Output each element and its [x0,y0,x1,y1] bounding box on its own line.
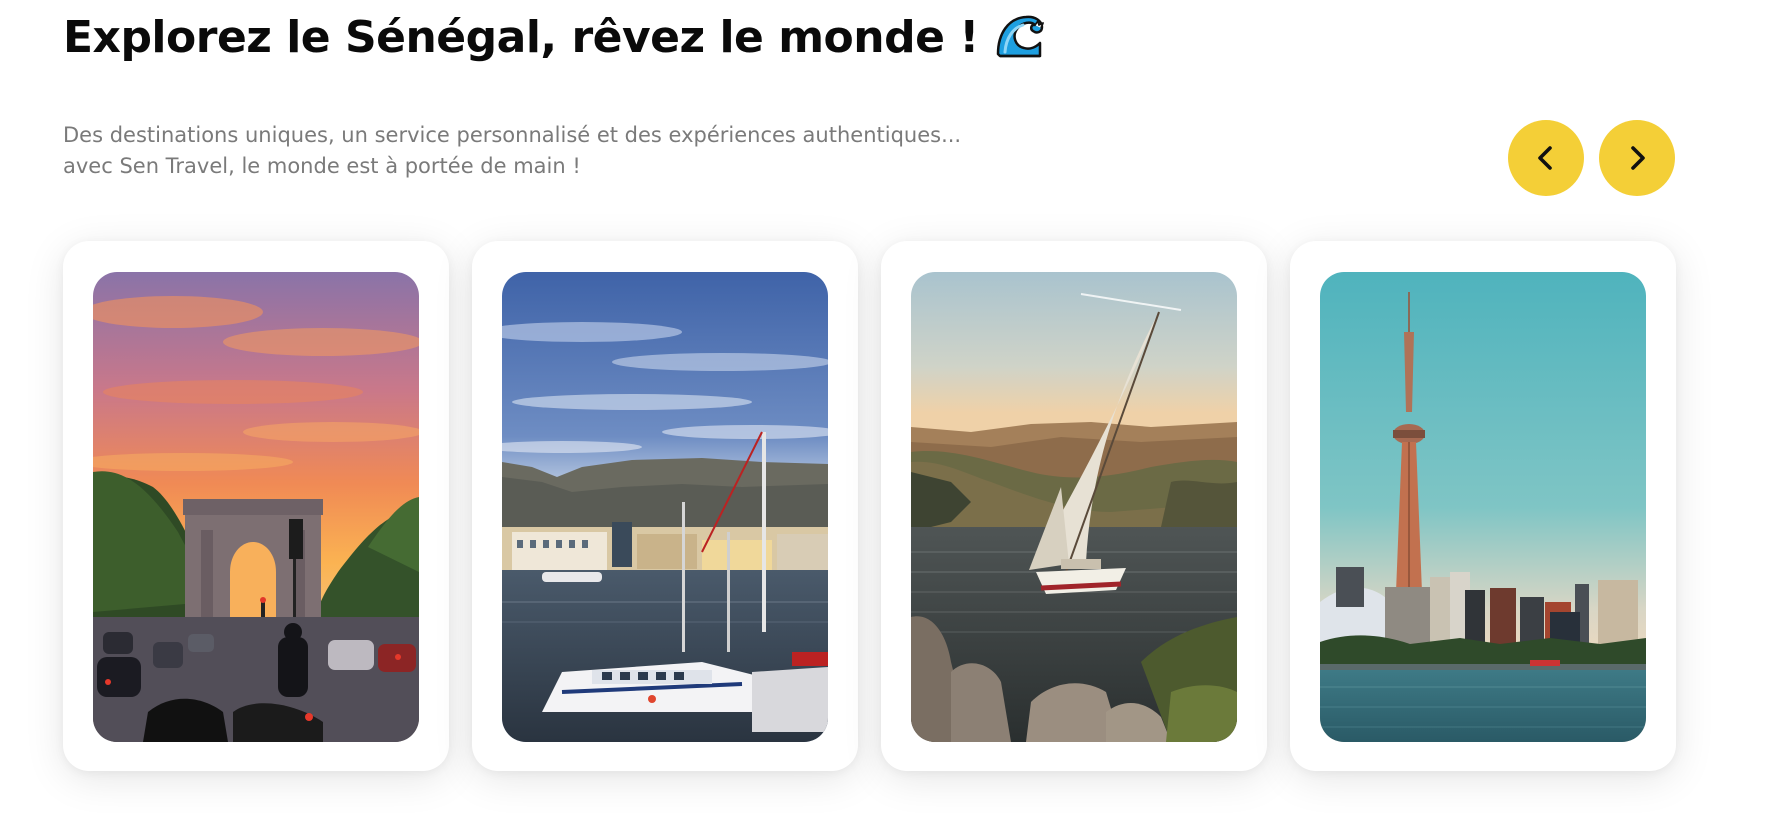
subtitle-line-2: avec Sen Travel, le monde est à portée d… [63,154,581,178]
chevron-right-icon [1631,146,1645,170]
water-wave-icon [993,10,1047,64]
nile-felucca-sailboat-photo [911,272,1237,742]
cape-town-harbour-table-mountain-photo [502,272,828,742]
page-title: Explorez le Sénégal, rêvez le monde ! [63,10,1047,64]
destinations-section: Explorez le Sénégal, rêvez le monde ! De… [0,0,1783,813]
page-subtitle: Des destinations uniques, un service per… [63,120,1023,182]
carousel-prev-button[interactable] [1508,120,1584,196]
arc-de-triomphe-sunset-photo [93,272,419,742]
destination-card-egypt[interactable] [881,241,1267,771]
title-text: Explorez le Sénégal, rêvez le monde ! [63,11,979,63]
subtitle-line-1: Des destinations uniques, un service per… [63,123,962,147]
chevron-left-icon [1538,146,1552,170]
destination-card-cape-town[interactable] [472,241,858,771]
destination-card-toronto[interactable] [1290,241,1676,771]
toronto-cn-tower-skyline-photo [1320,272,1646,742]
destination-card-paris[interactable] [63,241,449,771]
carousel-next-button[interactable] [1599,120,1675,196]
